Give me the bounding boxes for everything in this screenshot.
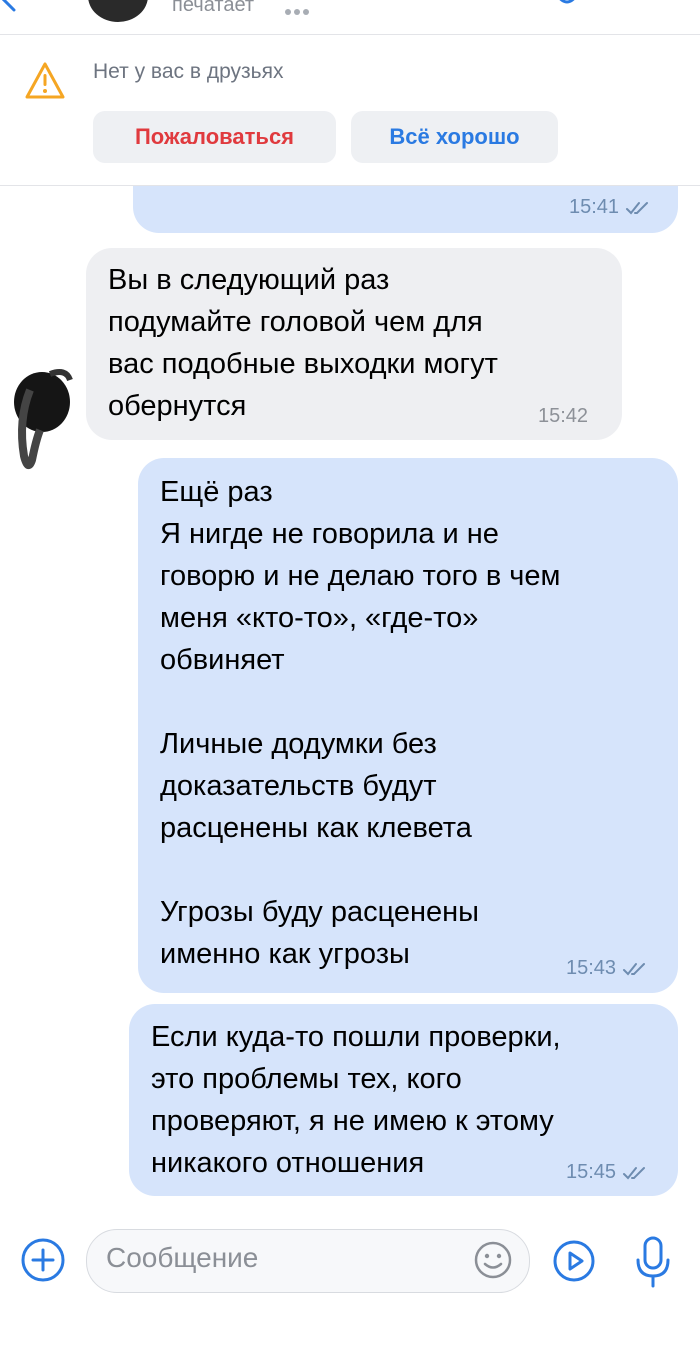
report-button[interactable]: Пожаловаться (93, 111, 336, 163)
typing-dots-icon (285, 2, 312, 20)
chat-header: печатает (0, 0, 700, 35)
double-check-icon (626, 201, 649, 214)
message-input-placeholder: Сообщение (106, 1242, 259, 1273)
avatar[interactable] (88, 0, 148, 22)
message-time: 15:42 (538, 405, 589, 427)
play-circle-icon[interactable] (552, 1239, 596, 1288)
warning-triangle-icon (24, 61, 66, 106)
smile-icon[interactable] (473, 1240, 513, 1285)
all-good-button[interactable]: Всё хорошо (351, 111, 558, 163)
double-check-icon (623, 1166, 646, 1179)
plus-circle-icon[interactable] (20, 1237, 66, 1288)
double-check-icon (623, 962, 646, 975)
microphone-icon[interactable] (633, 1235, 673, 1294)
not-friend-text: Нет у вас в друзьях (93, 60, 284, 83)
back-arrow-icon[interactable] (0, 0, 20, 19)
sender-avatar[interactable] (10, 360, 80, 485)
typing-status: печатает (172, 0, 255, 16)
message-time: 15:43 (566, 957, 648, 980)
message-text: Вы в следующий раз подумайте головой чем… (108, 264, 498, 422)
message-text: Если куда-то пошли проверки, это проблем… (151, 1021, 561, 1179)
call-icon[interactable] (550, 0, 584, 17)
message-time: 15:45 (566, 1161, 648, 1184)
message-time: 15:41 (569, 196, 651, 219)
message-text: Ещё раз Я нигде не говорила и не говорю … (160, 476, 561, 970)
